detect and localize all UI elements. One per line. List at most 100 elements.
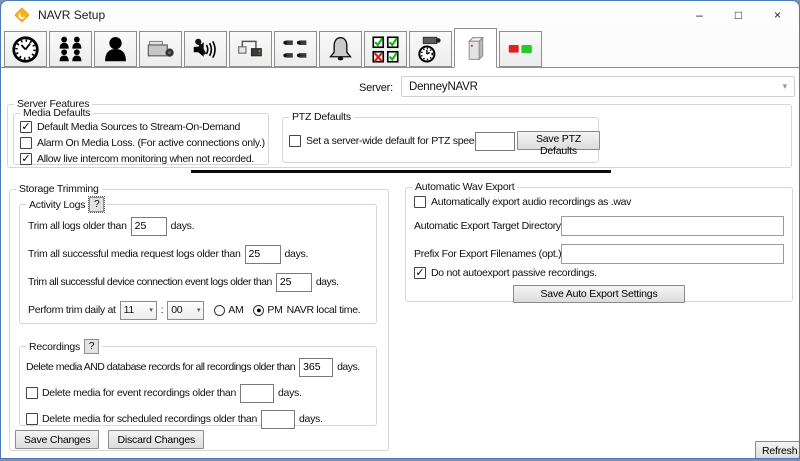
minute-value: 00 <box>171 304 182 316</box>
am-radio[interactable]: AM <box>214 304 243 316</box>
delete-all-days-input[interactable] <box>299 358 333 377</box>
trim-media-request-days-input[interactable] <box>245 245 281 264</box>
ptz-speed-input[interactable] <box>475 132 515 151</box>
row-text: Trim all successful device connection ev… <box>28 276 272 288</box>
checkbox-icon[interactable] <box>26 387 38 399</box>
trim-media-request-row: Trim all successful media request logs o… <box>28 244 376 264</box>
ptz-defaults-title: PTZ Defaults <box>292 111 351 123</box>
row-text: Delete media for event recordings older … <box>42 387 236 399</box>
activity-logs-help-button[interactable]: ? <box>89 197 104 212</box>
save-ptz-defaults-button[interactable]: Save PTZ Defaults <box>517 131 600 150</box>
trim-time-row: Perform trim daily at 11 ▾ : 00 ▾ AM ● P… <box>28 300 376 320</box>
radio-icon[interactable]: ● <box>253 305 264 316</box>
recordings-group: Recordings ? Delete media AND database r… <box>19 339 377 426</box>
chevron-down-icon: ▾ <box>783 81 787 92</box>
checkbox-label: Automatically export audio recordings as… <box>431 196 631 208</box>
close-button[interactable]: × <box>758 1 797 29</box>
server-select-value: DenneyNAVR <box>409 81 478 93</box>
tab-cameras[interactable] <box>139 31 182 67</box>
row-text: Perform trim daily at <box>28 304 116 316</box>
save-auto-export-button[interactable]: Save Auto Export Settings <box>513 285 685 303</box>
trim-logs-row: Trim all logs older than days. <box>28 216 376 236</box>
server-select[interactable]: DenneyNAVR ▾ <box>401 76 795 97</box>
camera-icon <box>146 35 175 64</box>
trim-hour-select[interactable]: 11 ▾ <box>120 301 157 320</box>
tab-strip <box>1 29 799 68</box>
microphone-speaker-icon <box>191 35 220 64</box>
checkbox-label: Alarm On Media Loss. (For active connect… <box>37 137 265 149</box>
multi-camera-icon <box>281 35 310 64</box>
delete-all-recordings-row: Delete media AND database records for al… <box>26 357 376 377</box>
row-text: Delete media for scheduled recordings ol… <box>42 413 257 425</box>
checkbox-grid-icon <box>371 35 400 64</box>
tab-users[interactable] <box>94 31 137 67</box>
radio-icon[interactable] <box>214 305 225 316</box>
field-label: Prefix For Export Filenames (opt.) <box>414 248 561 260</box>
time-colon: : <box>161 304 164 316</box>
checkbox-icon[interactable]: ✓ <box>20 153 32 165</box>
trim-minute-select[interactable]: 00 ▾ <box>167 301 204 320</box>
checkbox-icon[interactable] <box>414 196 426 208</box>
trim-device-connection-days-input[interactable] <box>276 273 312 292</box>
window-title: NAVR Setup <box>38 8 105 22</box>
tab-permissions[interactable] <box>364 31 407 67</box>
tab-camera-groups[interactable] <box>274 31 317 67</box>
tab-camera-schedule[interactable] <box>409 31 452 67</box>
export-target-directory-input[interactable] <box>561 216 784 236</box>
row-suffix: days. <box>278 387 302 399</box>
ptz-speed-checkbox-row[interactable]: Set a server-wide default for PTZ speed. <box>289 135 483 147</box>
trim-device-connection-row: Trim all successful device connection ev… <box>28 272 376 292</box>
delete-event-recordings-row: Delete media for event recordings older … <box>26 383 376 403</box>
live-intercom-checkbox-row[interactable]: ✓ Allow live intercom monitoring when no… <box>20 152 268 166</box>
app-logo-icon <box>14 7 30 23</box>
tab-alarms[interactable] <box>319 31 362 67</box>
minimize-button[interactable]: – <box>680 1 719 29</box>
discard-changes-button[interactable]: Discard Changes <box>108 430 204 449</box>
export-filename-prefix-row: Prefix For Export Filenames (opt.) <box>414 244 784 264</box>
delete-scheduled-days-input[interactable] <box>261 410 295 429</box>
automatic-wav-export-group: Automatic Wav Export Automatically expor… <box>405 181 793 302</box>
auto-export-checkbox-row[interactable]: Automatically export audio recordings as… <box>414 196 792 208</box>
checkbox-icon[interactable] <box>20 137 32 149</box>
ptz-defaults-group: PTZ Defaults Set a server-wide default f… <box>282 111 599 163</box>
recordings-title: Recordings <box>29 341 80 353</box>
media-defaults-group: Media Defaults ✓ Default Media Sources t… <box>13 107 269 165</box>
hour-value: 11 <box>124 304 134 316</box>
export-filename-prefix-input[interactable] <box>561 244 784 264</box>
chevron-down-icon: ▾ <box>149 306 152 314</box>
person-icon <box>101 35 130 64</box>
server-label: Server: <box>299 82 393 94</box>
activity-logs-group: Activity Logs ? Trim all logs older than… <box>19 197 377 324</box>
maximize-button[interactable]: □ <box>719 1 758 29</box>
delete-event-days-input[interactable] <box>240 384 274 403</box>
tab-schedule[interactable] <box>4 31 47 67</box>
clock-icon <box>11 35 40 64</box>
tab-audio[interactable] <box>184 31 227 67</box>
navr-setup-window: NAVR Setup – □ × <box>0 0 800 459</box>
refresh-button[interactable]: Refresh <box>755 441 800 459</box>
tab-io-devices[interactable] <box>229 31 272 67</box>
tab-status[interactable] <box>499 31 542 67</box>
pm-radio[interactable]: ● PM <box>253 304 282 316</box>
checkbox-icon[interactable]: ✓ <box>414 267 426 279</box>
save-changes-button[interactable]: Save Changes <box>15 430 99 449</box>
trim-logs-days-input[interactable] <box>131 217 167 236</box>
checkbox-icon[interactable]: ✓ <box>20 121 32 133</box>
checkbox-icon[interactable] <box>289 135 301 147</box>
row-suffix: days. <box>337 361 360 373</box>
checkbox-label: Do not autoexport passive recordings. <box>431 267 597 279</box>
tab-server[interactable] <box>454 28 497 68</box>
activity-logs-title: Activity Logs <box>29 199 85 211</box>
tab-user-groups[interactable] <box>49 31 92 67</box>
stream-on-demand-checkbox-row[interactable]: ✓ Default Media Sources to Stream-On-Dem… <box>20 120 268 134</box>
row-suffix: days. <box>316 276 339 288</box>
alarm-media-loss-checkbox-row[interactable]: Alarm On Media Loss. (For active connect… <box>20 136 268 150</box>
checkbox-icon[interactable] <box>26 413 38 425</box>
row-text: Trim all successful media request logs o… <box>28 248 241 260</box>
chevron-down-icon: ▾ <box>197 306 200 314</box>
pm-label: PM <box>267 304 282 316</box>
checkbox-label: Allow live intercom monitoring when not … <box>37 153 254 165</box>
no-autoexport-passive-checkbox-row[interactable]: ✓ Do not autoexport passive recordings. <box>414 267 792 279</box>
recordings-help-button[interactable]: ? <box>84 339 99 354</box>
device-connection-icon <box>236 35 265 64</box>
